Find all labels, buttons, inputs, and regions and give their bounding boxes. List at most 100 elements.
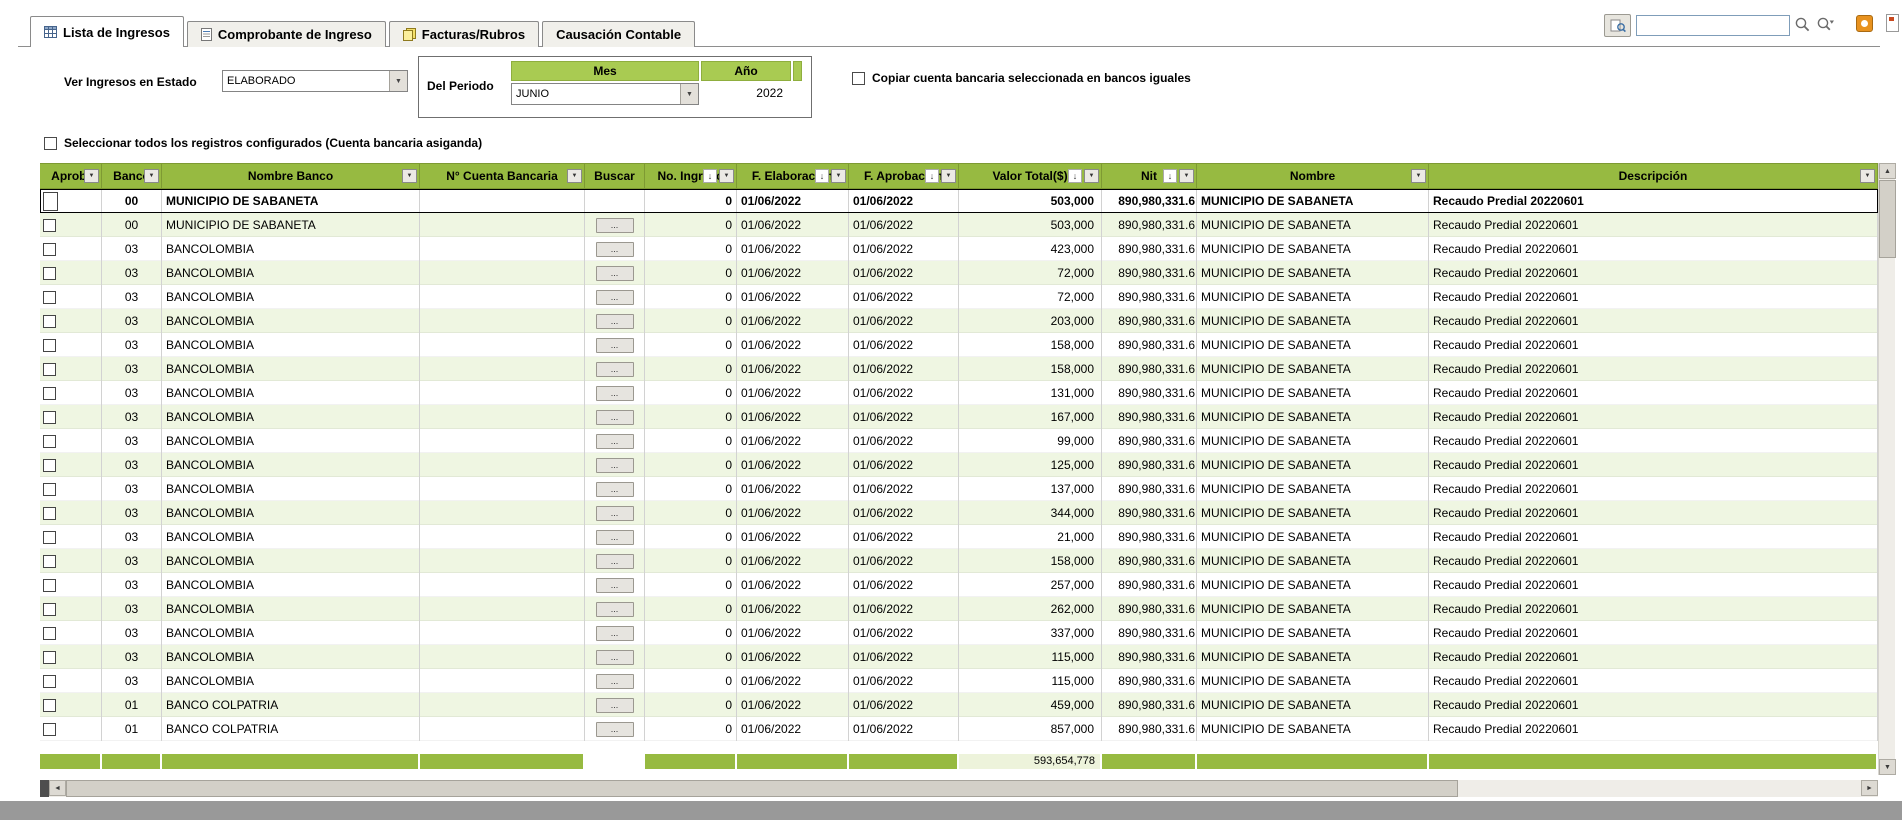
- aprob-checkbox[interactable]: [43, 192, 58, 211]
- table-row[interactable]: 03BANCOLOMBIA...001/06/202201/06/2022137…: [40, 477, 1878, 501]
- buscar-button[interactable]: ...: [596, 290, 634, 305]
- table-row[interactable]: 00MUNICIPIO DE SABANETA001/06/202201/06/…: [40, 189, 1878, 213]
- app-orange-icon[interactable]: [1856, 15, 1873, 32]
- aprob-checkbox[interactable]: [43, 579, 56, 592]
- buscar-button[interactable]: ...: [596, 242, 634, 257]
- table-row[interactable]: 03BANCOLOMBIA...001/06/202201/06/202272,…: [40, 261, 1878, 285]
- filter-dropdown-icon[interactable]: ▼: [1179, 169, 1194, 183]
- table-row[interactable]: 00MUNICIPIO DE SABANETA...001/06/202201/…: [40, 213, 1878, 237]
- buscar-button[interactable]: ...: [596, 338, 634, 353]
- buscar-button[interactable]: ...: [596, 266, 634, 281]
- column-header-aprob[interactable]: Aprob.▼: [40, 164, 102, 188]
- buscar-button[interactable]: ...: [596, 314, 634, 329]
- filter-dropdown-icon[interactable]: ▼: [831, 169, 846, 183]
- aprob-checkbox[interactable]: [43, 675, 56, 688]
- sort-icon[interactable]: ↓: [1068, 169, 1082, 183]
- sort-icon[interactable]: ↓: [703, 169, 717, 183]
- buscar-button[interactable]: ...: [596, 506, 634, 521]
- filter-dropdown-icon[interactable]: ▼: [1860, 169, 1875, 183]
- horizontal-scroll-thumb[interactable]: [66, 780, 1458, 797]
- aprob-checkbox[interactable]: [43, 459, 56, 472]
- chevron-down-icon[interactable]: ▼: [389, 71, 407, 91]
- column-header-f-aprobaci-n[interactable]: F. Aprobación↓▼: [849, 164, 959, 188]
- aprob-checkbox[interactable]: [43, 603, 56, 616]
- filter-dropdown-icon[interactable]: ▼: [719, 169, 734, 183]
- buscar-button[interactable]: ...: [596, 458, 634, 473]
- table-row[interactable]: 03BANCOLOMBIA...001/06/202201/06/2022344…: [40, 501, 1878, 525]
- aprob-checkbox[interactable]: [43, 483, 56, 496]
- seleccionar-todos-checkbox[interactable]: [44, 137, 57, 150]
- table-row[interactable]: 01BANCO COLPATRIA...001/06/202201/06/202…: [40, 717, 1878, 741]
- filter-dropdown-icon[interactable]: ▼: [402, 169, 417, 183]
- buscar-button[interactable]: ...: [596, 482, 634, 497]
- buscar-button[interactable]: ...: [596, 218, 634, 233]
- buscar-button[interactable]: ...: [596, 674, 634, 689]
- column-header-nit[interactable]: Nit↓▼: [1102, 164, 1197, 188]
- sort-icon[interactable]: ↓: [1163, 169, 1177, 183]
- table-row[interactable]: 03BANCOLOMBIA...001/06/202201/06/2022158…: [40, 357, 1878, 381]
- buscar-button[interactable]: ...: [596, 650, 634, 665]
- buscar-button[interactable]: ...: [596, 434, 634, 449]
- table-row[interactable]: 03BANCOLOMBIA...001/06/202201/06/2022257…: [40, 573, 1878, 597]
- table-row[interactable]: 01BANCO COLPATRIA...001/06/202201/06/202…: [40, 693, 1878, 717]
- estado-combobox[interactable]: ELABORADO ▼: [222, 70, 408, 92]
- column-header-n-cuenta-bancaria[interactable]: N° Cuenta Bancaria▼: [420, 164, 585, 188]
- aprob-checkbox[interactable]: [43, 699, 56, 712]
- column-header-nombre[interactable]: Nombre▼: [1197, 164, 1429, 188]
- column-header-nombre-banco[interactable]: Nombre Banco▼: [162, 164, 420, 188]
- tab-causacion-contable[interactable]: Causación Contable: [542, 21, 695, 47]
- buscar-button[interactable]: ...: [596, 722, 634, 737]
- search-icon[interactable]: [1794, 16, 1811, 33]
- scroll-down-button[interactable]: ▼: [1879, 759, 1896, 775]
- buscar-button[interactable]: ...: [596, 362, 634, 377]
- aprob-checkbox[interactable]: [43, 291, 56, 304]
- aprob-checkbox[interactable]: [43, 651, 56, 664]
- search-options-icon[interactable]: [1816, 16, 1835, 33]
- filter-dropdown-icon[interactable]: ▼: [941, 169, 956, 183]
- copiar-checkbox[interactable]: [852, 72, 865, 85]
- sort-icon[interactable]: ↓: [815, 169, 829, 183]
- table-row[interactable]: 03BANCOLOMBIA...001/06/202201/06/202221,…: [40, 525, 1878, 549]
- aprob-checkbox[interactable]: [43, 627, 56, 640]
- aprob-checkbox[interactable]: [43, 315, 56, 328]
- aprob-checkbox[interactable]: [43, 435, 56, 448]
- chevron-down-icon[interactable]: ▼: [680, 84, 698, 104]
- aprob-checkbox[interactable]: [43, 387, 56, 400]
- table-row[interactable]: 03BANCOLOMBIA...001/06/202201/06/2022337…: [40, 621, 1878, 645]
- table-row[interactable]: 03BANCOLOMBIA...001/06/202201/06/202299,…: [40, 429, 1878, 453]
- table-row[interactable]: 03BANCOLOMBIA...001/06/202201/06/2022423…: [40, 237, 1878, 261]
- aprob-checkbox[interactable]: [43, 243, 56, 256]
- table-row[interactable]: 03BANCOLOMBIA...001/06/202201/06/2022115…: [40, 669, 1878, 693]
- tab-facturas-rubros[interactable]: Facturas/Rubros: [389, 21, 539, 47]
- table-row[interactable]: 03BANCOLOMBIA...001/06/202201/06/202272,…: [40, 285, 1878, 309]
- table-row[interactable]: 03BANCOLOMBIA...001/06/202201/06/2022167…: [40, 405, 1878, 429]
- column-header-f-elaboraci-n[interactable]: F. Elaboración↓▼: [737, 164, 849, 188]
- table-row[interactable]: 03BANCOLOMBIA...001/06/202201/06/2022203…: [40, 309, 1878, 333]
- scroll-left-button[interactable]: ◄: [49, 780, 66, 796]
- buscar-button[interactable]: ...: [596, 530, 634, 545]
- page-icon[interactable]: [1886, 14, 1899, 32]
- filter-dropdown-icon[interactable]: ▼: [84, 169, 99, 183]
- scroll-right-button[interactable]: ►: [1861, 780, 1878, 796]
- filter-dropdown-icon[interactable]: ▼: [1084, 169, 1099, 183]
- column-header-valor-total[interactable]: Valor Total($)↓▼: [959, 164, 1102, 188]
- buscar-button[interactable]: ...: [596, 386, 634, 401]
- buscar-button[interactable]: ...: [596, 602, 634, 617]
- table-row[interactable]: 03BANCOLOMBIA...001/06/202201/06/2022115…: [40, 645, 1878, 669]
- aprob-checkbox[interactable]: [43, 555, 56, 568]
- tab-lista-de-ingresos[interactable]: Lista de Ingresos: [30, 16, 184, 47]
- sort-icon[interactable]: ↓: [925, 169, 939, 183]
- column-header-banco[interactable]: Banco▼: [102, 164, 162, 188]
- mes-combobox[interactable]: JUNIO ▼: [511, 83, 699, 105]
- aprob-checkbox[interactable]: [43, 339, 56, 352]
- table-row[interactable]: 03BANCOLOMBIA...001/06/202201/06/2022125…: [40, 453, 1878, 477]
- search-input[interactable]: [1636, 15, 1790, 36]
- filter-dropdown-icon[interactable]: ▼: [144, 169, 159, 183]
- horizontal-scrollbar[interactable]: ◄ ►: [40, 780, 1878, 797]
- aprob-checkbox[interactable]: [43, 267, 56, 280]
- column-header-buscar[interactable]: Buscar: [585, 164, 645, 188]
- column-header-no-ingreso[interactable]: No. Ingreso↓▼: [645, 164, 737, 188]
- aprob-checkbox[interactable]: [43, 531, 56, 544]
- table-row[interactable]: 03BANCOLOMBIA...001/06/202201/06/2022158…: [40, 549, 1878, 573]
- buscar-button[interactable]: ...: [596, 626, 634, 641]
